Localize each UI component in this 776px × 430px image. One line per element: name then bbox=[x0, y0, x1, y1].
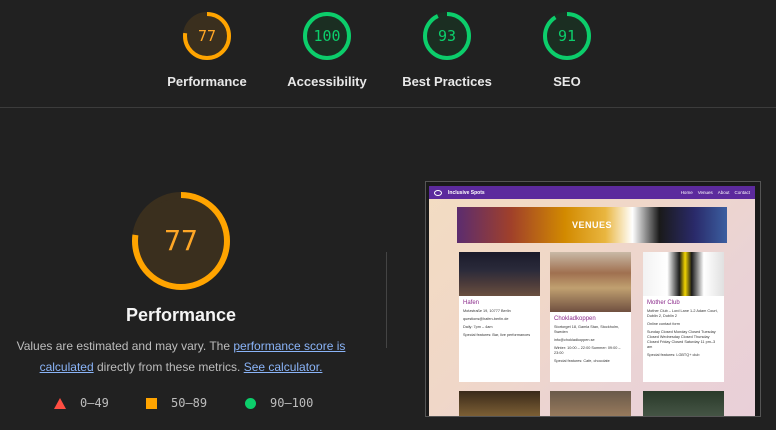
venue-address: Mother Club – Lord Lane 1-2 Adam Court, … bbox=[647, 309, 718, 318]
performance-main-gauge: 77 bbox=[130, 190, 232, 292]
accessibility-label: Accessibility bbox=[287, 74, 367, 89]
venue-card-mother-club: Mother Club Mother Club – Lord Lane 1-2 … bbox=[643, 252, 724, 382]
performance-score: 77 bbox=[197, 27, 217, 45]
venue-address: Motzstraße 19, 10777 Berlin bbox=[463, 309, 511, 313]
site-nav-venues: Venues bbox=[697, 190, 713, 195]
accessibility-gauge[interactable]: 100 Accessibility bbox=[267, 10, 387, 89]
site-nav-contact: Contact bbox=[734, 190, 750, 195]
description-text: Values are estimated and may vary. The bbox=[16, 339, 234, 353]
venue-email: questions@hafen-berlin.de bbox=[463, 317, 509, 321]
venue-card-photo-row2 bbox=[459, 391, 540, 416]
performance-description: Values are estimated and may vary. The p… bbox=[10, 336, 352, 378]
site-logo-icon bbox=[434, 189, 442, 196]
legend-fail: 0–49 bbox=[54, 396, 109, 410]
seo-gauge[interactable]: 91 SEO bbox=[507, 10, 627, 89]
venue-contact: Online contact form bbox=[647, 322, 680, 326]
best-practices-score: 93 bbox=[437, 27, 457, 45]
venue-photo bbox=[643, 252, 724, 296]
venue-name: Chokladkoppen bbox=[554, 316, 596, 322]
best-practices-gauge[interactable]: 93 Best Practices bbox=[387, 10, 507, 89]
screenshot-page: Inclusive Spots Home Venues About Contac… bbox=[429, 186, 755, 416]
site-nav-about: About bbox=[717, 190, 730, 195]
performance-main-score: 77 bbox=[164, 224, 198, 257]
performance-label: Performance bbox=[167, 74, 247, 89]
legend-pass-range: 90–100 bbox=[270, 396, 314, 410]
venue-card-photo-row2 bbox=[550, 391, 631, 416]
venue-name: Mother Club bbox=[647, 300, 680, 306]
venue-photo bbox=[550, 252, 631, 312]
venue-address: Stortorget 18, Gamla Stan, Stockholm, Sw… bbox=[554, 325, 619, 334]
category-scores-bar: 77 Performance 100 Accessibility 93 Best… bbox=[0, 0, 776, 108]
seo-label: SEO bbox=[553, 74, 581, 89]
description-text-middle: directly from these metrics. bbox=[93, 360, 244, 374]
venue-card-chokladkoppen: Chokladkoppen Stortorget 18, Gamla Stan,… bbox=[550, 252, 631, 382]
venues-banner-title: VENUES bbox=[571, 220, 612, 230]
accessibility-score: 100 bbox=[313, 27, 341, 45]
site-nav-home: Home bbox=[680, 190, 693, 195]
venue-card-hafen: Hafen Motzstraße 19, 10777 Berlin questi… bbox=[459, 252, 540, 382]
venue-features: Special features: LGBTQ+ club bbox=[647, 353, 700, 357]
venue-features: Special features: Cafe, chocolate bbox=[554, 359, 610, 363]
venue-card-photo-row2 bbox=[643, 391, 724, 416]
triangle-icon bbox=[54, 397, 66, 409]
see-calculator-link[interactable]: See calculator. bbox=[244, 360, 323, 374]
divider bbox=[386, 252, 387, 348]
performance-title: Performance bbox=[125, 305, 237, 325]
performance-gauge[interactable]: 77 Performance bbox=[147, 10, 267, 89]
legend-average-range: 50–89 bbox=[171, 396, 208, 410]
venue-email: info@chokladkoppen.se bbox=[554, 338, 595, 342]
final-screenshot[interactable]: Inclusive Spots Home Venues About Contac… bbox=[425, 181, 761, 417]
legend-average: 50–89 bbox=[146, 396, 207, 410]
venue-hours: Daily: 7pm – 4am bbox=[463, 325, 493, 329]
site-navbar: Inclusive Spots Home Venues About Contac… bbox=[429, 186, 755, 199]
venues-banner: VENUES bbox=[457, 207, 727, 243]
legend-pass: 90–100 bbox=[245, 396, 313, 410]
circle-icon bbox=[245, 397, 256, 409]
venue-hours: Sunday Closed Monday Closed Tuesday Clos… bbox=[647, 330, 716, 349]
seo-score: 91 bbox=[557, 27, 577, 45]
venue-hours: Winter: 10:00 – 22:00 Summer: 09:00 – 23… bbox=[554, 346, 621, 355]
square-icon bbox=[146, 397, 157, 409]
site-brand: Inclusive Spots bbox=[448, 189, 485, 196]
venue-name: Hafen bbox=[463, 300, 480, 306]
best-practices-label: Best Practices bbox=[402, 74, 492, 89]
legend-fail-range: 0–49 bbox=[80, 396, 109, 410]
venue-photo bbox=[459, 252, 540, 296]
venue-features: Special features: Bar, live performances bbox=[463, 333, 531, 337]
